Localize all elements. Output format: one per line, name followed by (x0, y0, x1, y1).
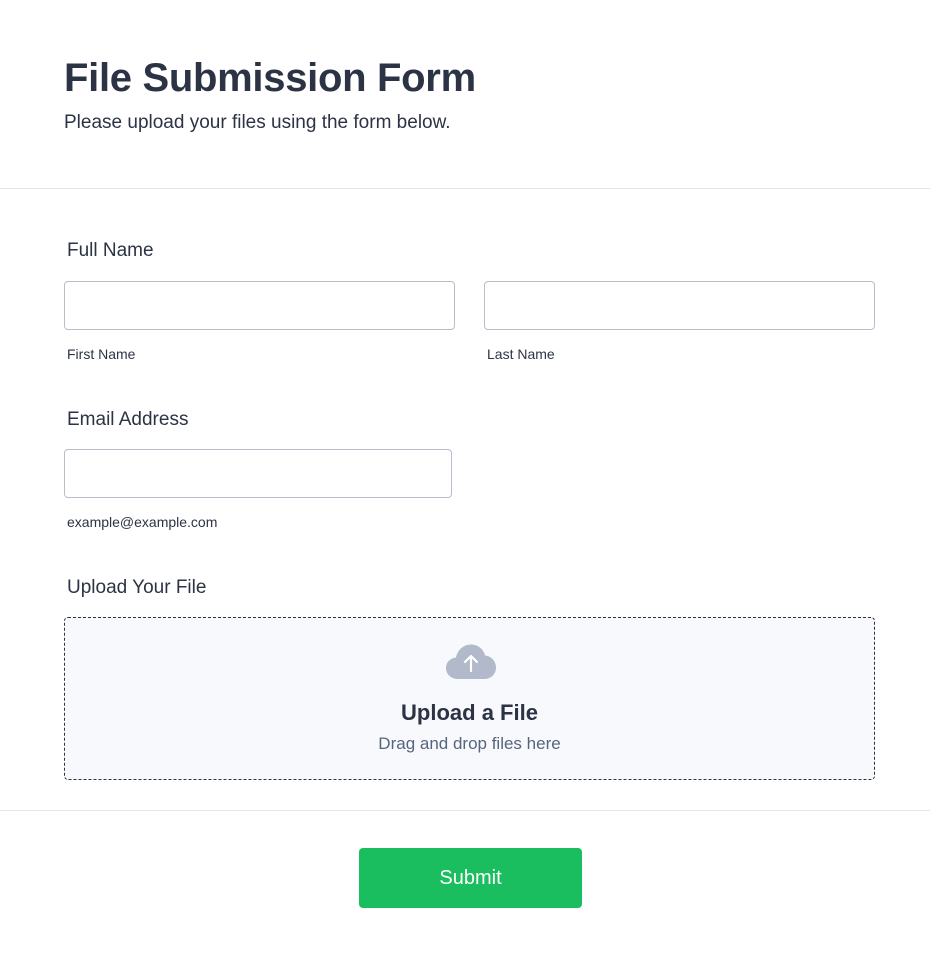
upload-title: Upload a File (401, 700, 538, 725)
first-name-input[interactable] (64, 281, 455, 330)
full-name-label: Full Name (67, 240, 154, 261)
upload-hint: Drag and drop files here (378, 734, 561, 753)
cloud-upload-icon (446, 644, 496, 679)
email-input[interactable] (64, 449, 452, 498)
form-subtitle: Please upload your files using the form … (64, 112, 451, 133)
footer-divider (0, 810, 930, 811)
form-page: File Submission Form Please upload your … (0, 0, 930, 957)
first-name-sublabel: First Name (67, 346, 136, 362)
submit-button[interactable]: Submit (359, 848, 582, 908)
last-name-sublabel: Last Name (487, 346, 555, 362)
form-title: File Submission Form (64, 56, 476, 100)
email-label: Email Address (67, 409, 189, 430)
upload-label: Upload Your File (67, 577, 207, 598)
last-name-input[interactable] (484, 281, 875, 330)
form-header: File Submission Form Please upload your … (0, 0, 930, 189)
email-sublabel: example@example.com (67, 514, 218, 530)
file-dropzone[interactable]: Upload a File Drag and drop files here (64, 617, 875, 780)
